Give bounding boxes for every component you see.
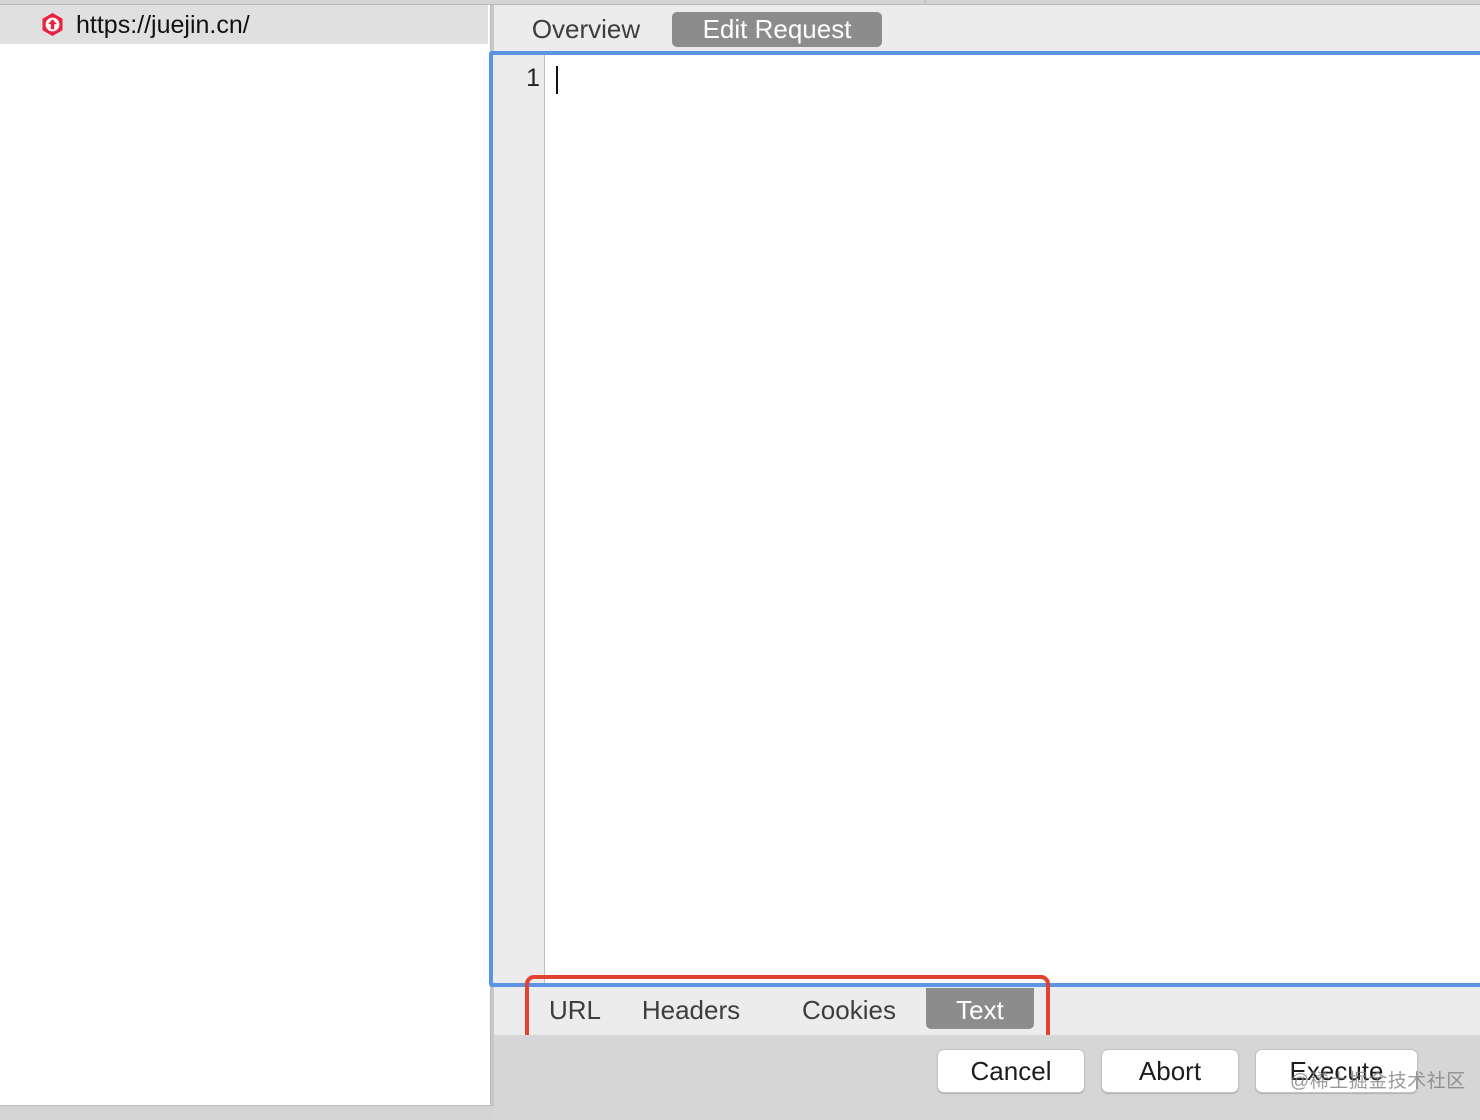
session-list: https://juejin.cn/ (0, 5, 490, 1105)
sub-tab-headers[interactable]: Headers (634, 988, 748, 1029)
abort-button[interactable]: Abort (1101, 1049, 1239, 1093)
text-caret (556, 66, 558, 94)
line-number-gutter: 1 (493, 55, 545, 983)
request-detail-pane: Overview Edit Request 1 URL Headers Cook… (489, 5, 1480, 1120)
cancel-button[interactable]: Cancel (937, 1049, 1085, 1093)
request-text-input[interactable] (547, 55, 1480, 983)
charles-compose-window: https://juejin.cn/ Overview Edit Request… (0, 0, 1480, 1120)
session-row[interactable]: https://juejin.cn/ (0, 5, 488, 44)
request-text-editor[interactable]: 1 (489, 51, 1480, 987)
execute-button[interactable]: Execute (1255, 1049, 1418, 1093)
sub-tab-text[interactable]: Text (926, 988, 1034, 1029)
session-url: https://juejin.cn/ (76, 11, 250, 39)
left-pane-footer (0, 1105, 494, 1120)
upload-arrow-icon (42, 12, 63, 37)
request-sub-tabs: URL Headers Cookies Text (494, 975, 1480, 1047)
action-bar: Cancel Abort Execute @稀土掘金技术社区 (494, 1035, 1480, 1120)
sub-tab-url[interactable]: URL (530, 988, 620, 1029)
line-number: 1 (526, 64, 540, 92)
sub-tab-cookies[interactable]: Cookies (792, 988, 906, 1029)
tab-overview[interactable]: Overview (516, 12, 656, 47)
tab-edit-request[interactable]: Edit Request (672, 12, 882, 47)
